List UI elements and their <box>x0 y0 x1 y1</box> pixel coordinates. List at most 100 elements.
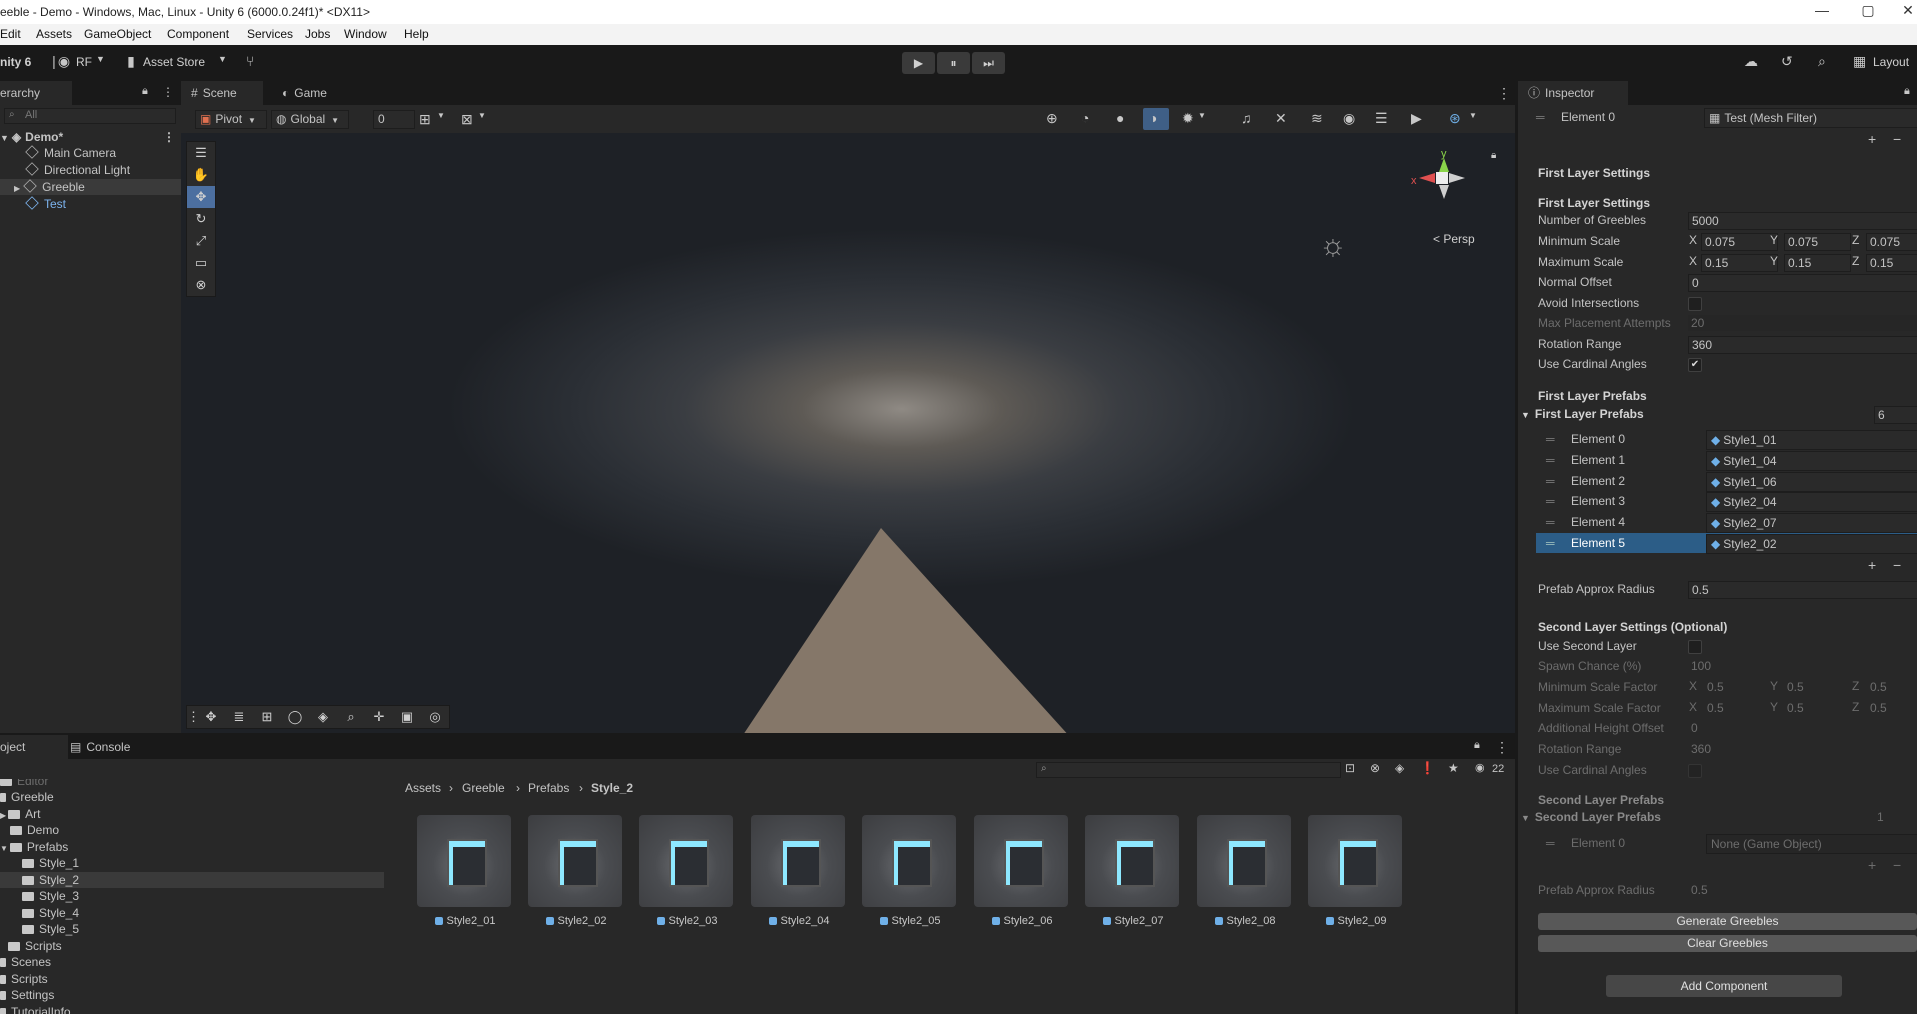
menu-edit[interactable]: Edit <box>0 27 21 41</box>
pivot-snap-icon[interactable]: ✛ <box>365 706 393 728</box>
tab-scene[interactable]: # Scene <box>181 81 263 105</box>
visibility-icon[interactable]: ◉ <box>1343 110 1355 127</box>
add-item-button[interactable]: + <box>1868 557 1876 573</box>
asset-item[interactable]: Style2_06 <box>974 815 1070 927</box>
mesh-element-row[interactable]: ═ Element 0 ▦Test (Mesh Filter) ⊙ <box>1536 107 1917 128</box>
menu-window[interactable]: Window <box>344 27 387 41</box>
orientation-gizmo[interactable]: y x <box>1411 148 1481 218</box>
prefab-element-row[interactable]: ═Element 0◆Style1_01⊙ <box>1536 429 1917 450</box>
asset-item[interactable]: Style2_05 <box>862 815 958 927</box>
spawn-chance-input[interactable]: 100 <box>1688 658 1917 674</box>
project-search[interactable]: ⌕ <box>1036 762 1341 778</box>
min-factor-y-input[interactable]: 0.5 <box>1787 679 1842 695</box>
hierarchy-item[interactable]: ▶ Greeble <box>0 179 192 195</box>
drag-handle-icon[interactable]: ═ <box>1546 533 1555 553</box>
grid-icon[interactable]: ⊞ <box>253 706 281 728</box>
filter-by-label-icon[interactable]: ⊗ <box>1370 761 1380 775</box>
menu-gameobject[interactable]: GameObject <box>84 27 151 41</box>
folder-item[interactable]: Editor <box>0 779 48 789</box>
align-icon[interactable]: ≣ <box>225 706 253 728</box>
lit-toggle[interactable]: ◑ <box>1143 108 1169 130</box>
cloud-icon[interactable]: ☁ <box>1744 53 1758 70</box>
move-tool-icon[interactable]: ✥ <box>187 186 215 208</box>
pause-button[interactable]: ⏸ <box>937 52 970 74</box>
layers-icon[interactable]: ☰ <box>1375 110 1388 127</box>
mesh-filter-field[interactable]: ▦ Test (Mesh Filter) <box>1704 108 1917 128</box>
prefab-element-row[interactable]: ═Element 2◆Style1_06⊙ <box>1536 471 1917 492</box>
search-by-type-icon[interactable]: ⊡ <box>1345 761 1355 775</box>
folder-item[interactable]: Style_1 <box>22 855 79 871</box>
zoom-icon[interactable]: ⌕ <box>337 706 365 728</box>
add-component-button[interactable]: Add Component <box>1606 975 1842 997</box>
chevron-down-icon[interactable]: ▼ <box>1198 111 1206 120</box>
rotate-tool-icon[interactable]: ↻ <box>187 208 215 230</box>
drag-handle-icon[interactable]: ═ <box>1546 450 1555 470</box>
drag-handle-icon[interactable]: ⋮ <box>187 706 200 728</box>
asset-item[interactable]: Style2_08 <box>1197 815 1293 927</box>
tab-project[interactable]: oject <box>0 735 68 759</box>
version-control-icon[interactable]: ⑂ <box>246 53 254 69</box>
chevron-down-icon[interactable]: ▼ <box>478 111 486 120</box>
scene-root[interactable]: ▼ ◈ Demo* ⋮ <box>0 129 178 145</box>
prefab-object-field[interactable]: ◆ Style1_01 <box>1706 430 1917 450</box>
gizmo-neg-x-arrow[interactable] <box>1449 173 1465 183</box>
lock-icon[interactable]: 🔒︎ <box>1491 150 1496 161</box>
min-factor-x-input[interactable]: 0.5 <box>1707 679 1767 695</box>
menu-services[interactable]: Services <box>247 27 293 41</box>
hierarchy-item[interactable]: Test <box>0 196 204 212</box>
layout-dropdown[interactable]: Layout <box>1873 55 1909 69</box>
max-factor-x-input[interactable]: 0.5 <box>1707 700 1767 716</box>
remove-item-button[interactable]: − <box>1893 131 1901 147</box>
pivot-dropdown[interactable]: ▣ Pivot ▼ <box>195 110 267 129</box>
shaded-icon[interactable]: ● <box>1116 110 1124 126</box>
asset-store-button[interactable]: Asset Store <box>143 55 205 69</box>
menu-jobs[interactable]: Jobs <box>305 27 330 41</box>
breadcrumb-item[interactable]: Greeble <box>462 779 505 797</box>
max-factor-z-input[interactable]: 0.5 <box>1870 700 1910 716</box>
second-element-field[interactable]: None (Game Object) <box>1706 834 1917 854</box>
asset-item[interactable]: Style2_02 <box>528 815 624 927</box>
play-button[interactable]: ▶ <box>902 52 935 74</box>
tab-inspector[interactable]: ⓘ Inspector <box>1518 81 1628 105</box>
prefab-object-field[interactable]: ◆ Style2_02 <box>1706 534 1917 554</box>
prefab-object-field[interactable]: ◆ Style2_04 <box>1706 492 1917 512</box>
lighting-icon[interactable]: ✹ <box>1182 110 1194 127</box>
history-icon[interactable]: ↺ <box>1781 53 1793 70</box>
second-element-row[interactable]: ═Element 0None (Game Object)⊙ <box>1536 833 1917 854</box>
scene-viewport[interactable]: ☰ ✋ ✥ ↻ ⤢ ▭ ⊗ ⋮ ✥ ≣ ⊞ ◯ ◈ ⌕ ✛ ▣ ◎ y x 🔒︎… <box>181 133 1515 733</box>
prefab-element-row-selected[interactable]: ═Element 5◆Style2_02⊙ <box>1536 533 1917 554</box>
kebab-menu-icon[interactable]: ⋮ <box>1497 85 1511 102</box>
compass-icon[interactable]: ◎ <box>421 706 449 728</box>
kebab-menu-icon[interactable]: ⋮ <box>162 85 174 99</box>
prefab-object-field[interactable]: ◆ Style1_06 <box>1706 472 1917 492</box>
drag-handle-icon[interactable]: ═ <box>1546 512 1555 532</box>
remove-item-button[interactable]: − <box>1893 857 1901 873</box>
folder-item[interactable]: Style_4 <box>22 905 79 921</box>
asset-item[interactable]: Style2_04 <box>751 815 847 927</box>
gizmo-x-arrow[interactable] <box>1419 173 1435 183</box>
close-button[interactable]: ✕ <box>1893 2 1917 19</box>
breadcrumb-item[interactable]: Prefabs <box>528 779 569 797</box>
drag-handle-icon[interactable]: ═ <box>1536 107 1545 127</box>
shading-wire-icon[interactable]: ◔ <box>1081 110 1089 126</box>
folder-item[interactable]: TutorialInfo <box>0 1004 71 1014</box>
min-scale-y-input[interactable]: 0.075 <box>1784 233 1851 251</box>
minimize-button[interactable]: — <box>1807 2 1837 18</box>
kebab-menu-icon[interactable]: ⋮ <box>163 129 175 145</box>
folder-item[interactable]: Scripts <box>8 938 62 954</box>
folder-item[interactable]: Style_5 <box>22 921 79 937</box>
chevron-down-icon[interactable]: ▼ <box>1469 111 1477 120</box>
normal-offset-input[interactable]: 0 <box>1688 274 1917 292</box>
second-prefabs-count[interactable]: 1 <box>1874 809 1917 825</box>
add-item-button[interactable]: + <box>1868 131 1876 147</box>
breadcrumb-item[interactable]: Assets <box>405 779 441 797</box>
camera-preview-icon[interactable]: ▣ <box>393 706 421 728</box>
fx-layers-icon[interactable]: ≋ <box>1311 110 1323 127</box>
folder-item-selected[interactable]: Style_2 <box>0 872 384 888</box>
sphere-icon[interactable]: ◯ <box>281 706 309 728</box>
max-factor-y-input[interactable]: 0.5 <box>1787 700 1842 716</box>
second-radius-input[interactable]: 0.5 <box>1688 882 1917 898</box>
snap-value-field[interactable]: 0 <box>373 110 415 129</box>
use-second-layer-checkbox[interactable] <box>1688 640 1702 654</box>
first-prefabs-foldout[interactable]: ▼ First Layer Prefabs <box>1521 406 1644 422</box>
